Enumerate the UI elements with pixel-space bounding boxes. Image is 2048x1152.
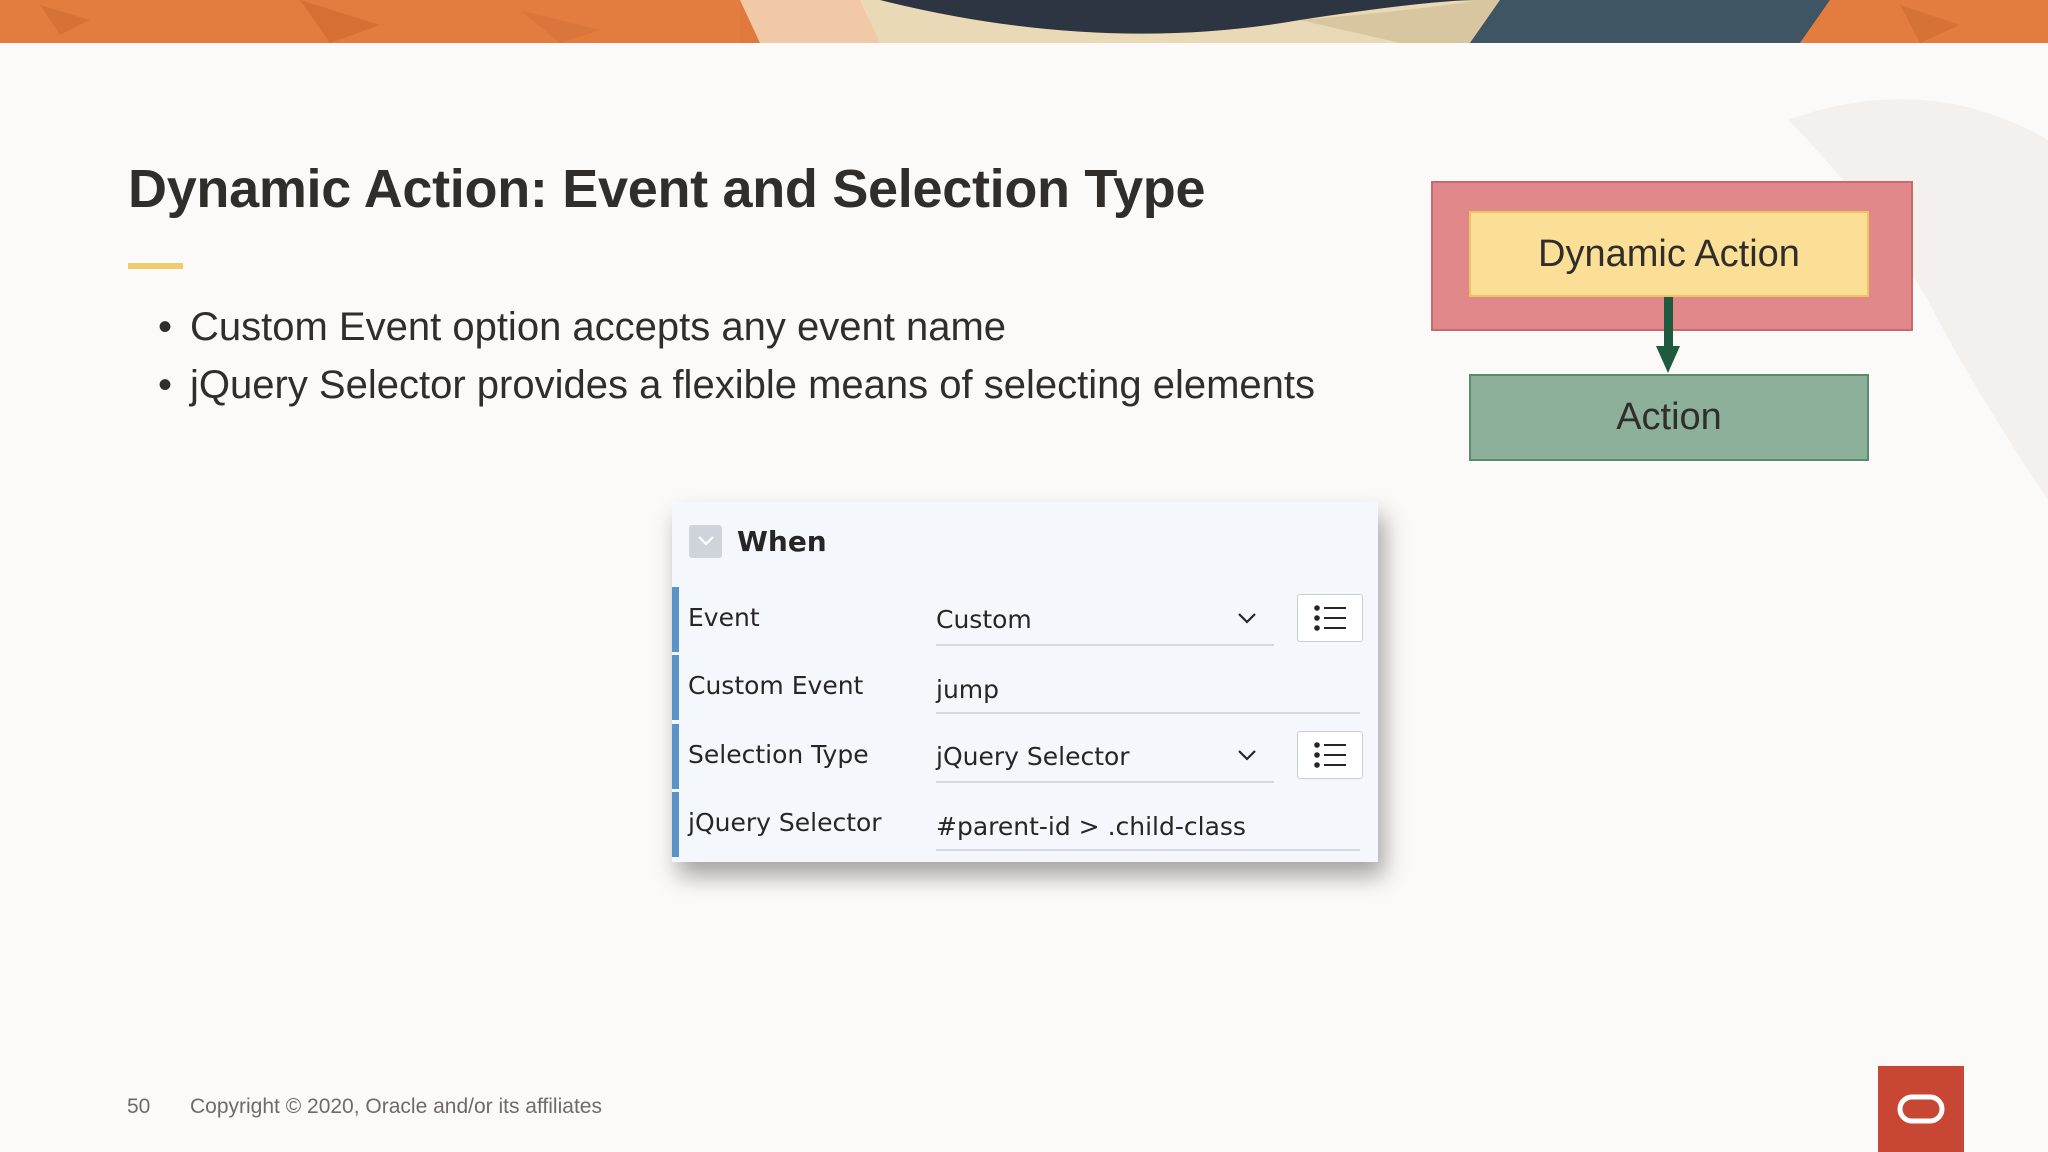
field-underline: [936, 849, 1360, 851]
list-of-values-button[interactable]: [1297, 731, 1363, 779]
custom-event-row: Custom Event jump: [672, 655, 1378, 720]
bullet-list: • Custom Event option accepts any event …: [158, 298, 1315, 414]
chevron-down-icon[interactable]: [1234, 605, 1260, 631]
chevron-down-icon: [697, 536, 714, 546]
field-underline: [936, 712, 1360, 714]
bullet-glyph: •: [158, 305, 173, 349]
bullet-glyph: •: [158, 363, 173, 407]
diagram-arrow-shaft: [1664, 297, 1673, 351]
region-title: When: [737, 524, 827, 558]
field-underline: [936, 644, 1274, 646]
list-icon: [1314, 742, 1346, 768]
selection-type-row: Selection Type jQuery Selector: [672, 724, 1378, 789]
jquery-selector-row: jQuery Selector #parent-id > .child-clas…: [672, 792, 1378, 857]
event-label: Event: [688, 603, 760, 632]
custom-event-input[interactable]: jump: [936, 675, 999, 704]
field-underline: [936, 781, 1274, 783]
bullet-item: • jQuery Selector provides a flexible me…: [158, 356, 1315, 414]
oracle-logo: [1878, 1066, 1964, 1152]
event-row: Event Custom: [672, 587, 1378, 652]
bullet-text: jQuery Selector provides a flexible mean…: [190, 363, 1315, 407]
dynamic-action-box: Dynamic Action: [1469, 211, 1869, 297]
event-select[interactable]: Custom: [936, 605, 1032, 634]
custom-event-label: Custom Event: [688, 671, 864, 700]
oracle-logo-icon: [1897, 1094, 1945, 1124]
bullet-item: • Custom Event option accepts any event …: [158, 298, 1315, 356]
required-indicator: [672, 655, 679, 720]
slide-title: Dynamic Action: Event and Selection Type: [128, 159, 1206, 219]
required-indicator: [672, 587, 679, 652]
copyright-text: Copyright © 2020, Oracle and/or its affi…: [190, 1095, 602, 1118]
action-box: Action: [1469, 374, 1869, 461]
jquery-selector-input[interactable]: #parent-id > .child-class: [936, 812, 1246, 841]
jquery-selector-label: jQuery Selector: [688, 808, 882, 837]
selection-type-select[interactable]: jQuery Selector: [936, 742, 1130, 771]
required-indicator: [672, 792, 679, 857]
bullet-text: Custom Event option accepts any event na…: [190, 305, 1007, 349]
diagram-arrow-head: [1656, 346, 1680, 373]
page-number: 50: [127, 1095, 151, 1118]
required-indicator: [672, 724, 679, 789]
title-accent-rule: [128, 263, 183, 269]
list-icon: [1314, 605, 1346, 631]
collapse-toggle[interactable]: [689, 524, 722, 558]
decorative-banner: [0, 0, 2048, 43]
selection-type-label: Selection Type: [688, 740, 869, 769]
chevron-down-icon[interactable]: [1234, 742, 1260, 768]
when-region: When Event Custom Custom Event jump Sele…: [672, 502, 1378, 862]
list-of-values-button[interactable]: [1297, 594, 1363, 642]
when-region-header: When: [689, 521, 827, 561]
